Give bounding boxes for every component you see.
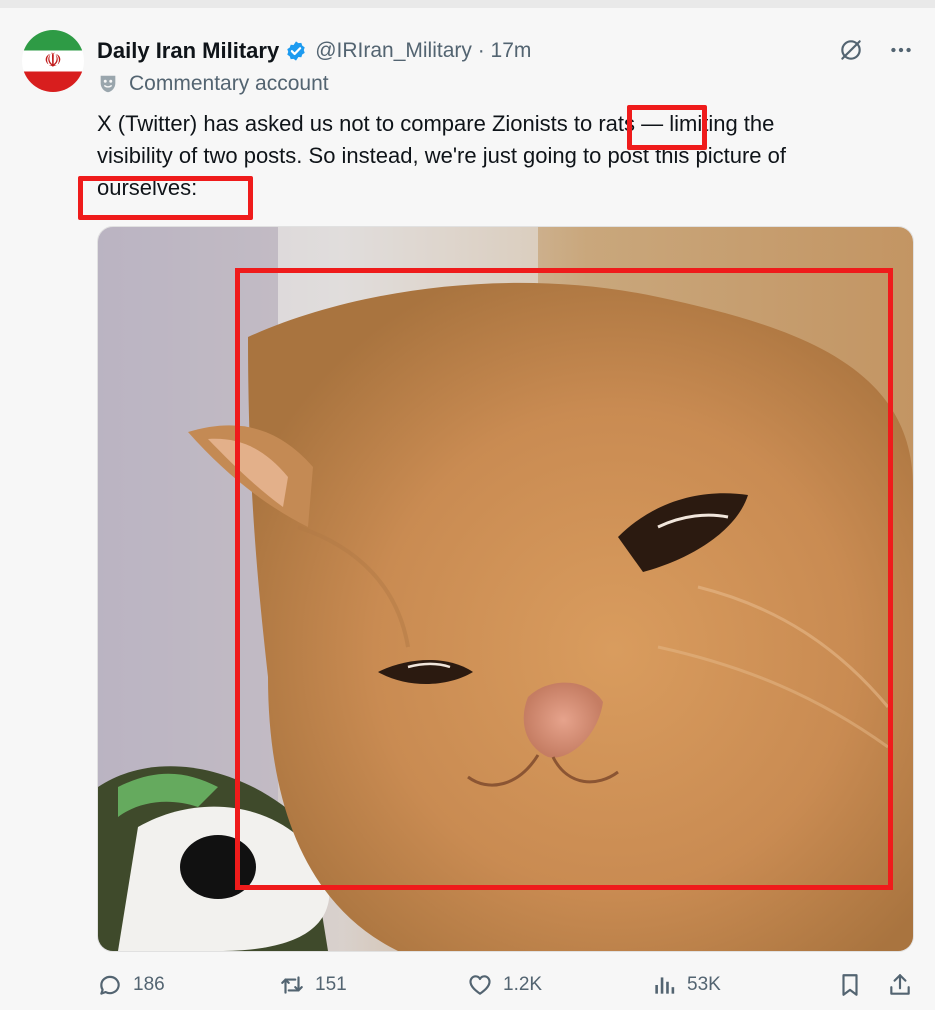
flag-emblem: ☫ [44, 50, 62, 72]
bookmark-button[interactable] [837, 972, 863, 998]
views-button[interactable]: 53K [651, 972, 721, 998]
view-count: 53K [687, 974, 721, 995]
repost-icon [281, 976, 303, 994]
repost-count: 151 [315, 974, 347, 995]
tweet-text-line-2: visibility of two posts. So instead, we'… [97, 143, 786, 168]
share-icon [890, 974, 910, 995]
highlight-box-cat [235, 268, 893, 890]
share-button[interactable] [887, 972, 913, 998]
verified-badge-icon[interactable] [285, 40, 307, 62]
views-icon [655, 977, 675, 994]
bookmark-icon [842, 974, 858, 996]
repost-button[interactable]: 151 [279, 972, 347, 998]
avatar[interactable]: ☫ [22, 30, 84, 92]
top-divider [0, 0, 935, 8]
tweet-top-actions [837, 36, 915, 64]
tweet-card[interactable]: ☫ Daily Iran Military @IRIran_Military ·… [0, 8, 935, 1010]
like-count: 1.2K [503, 974, 543, 995]
commentary-text: Commentary account [129, 72, 329, 95]
handle-and-time[interactable]: @IRIran_Military · 17m [315, 39, 531, 63]
mask-icon [100, 75, 116, 93]
grok-icon[interactable] [837, 36, 865, 64]
reply-icon [100, 975, 120, 995]
reply-count: 186 [133, 974, 165, 995]
author-name[interactable]: Daily Iran Military [97, 38, 279, 64]
reply-button[interactable]: 186 [97, 972, 165, 998]
like-icon [469, 975, 491, 995]
highlight-box-rats [627, 105, 707, 150]
more-icon[interactable] [887, 36, 915, 64]
commentary-label: Commentary account [97, 72, 329, 96]
like-button[interactable]: 1.2K [467, 972, 542, 998]
highlight-box-ourselves [78, 176, 253, 220]
tweet-action-bar: 186 151 1.2K 53K [97, 968, 915, 1002]
tweet-header: Daily Iran Military @IRIran_Military · 1… [97, 36, 531, 66]
tweet-text-line-1: X (Twitter) has asked us not to compare … [97, 111, 775, 136]
